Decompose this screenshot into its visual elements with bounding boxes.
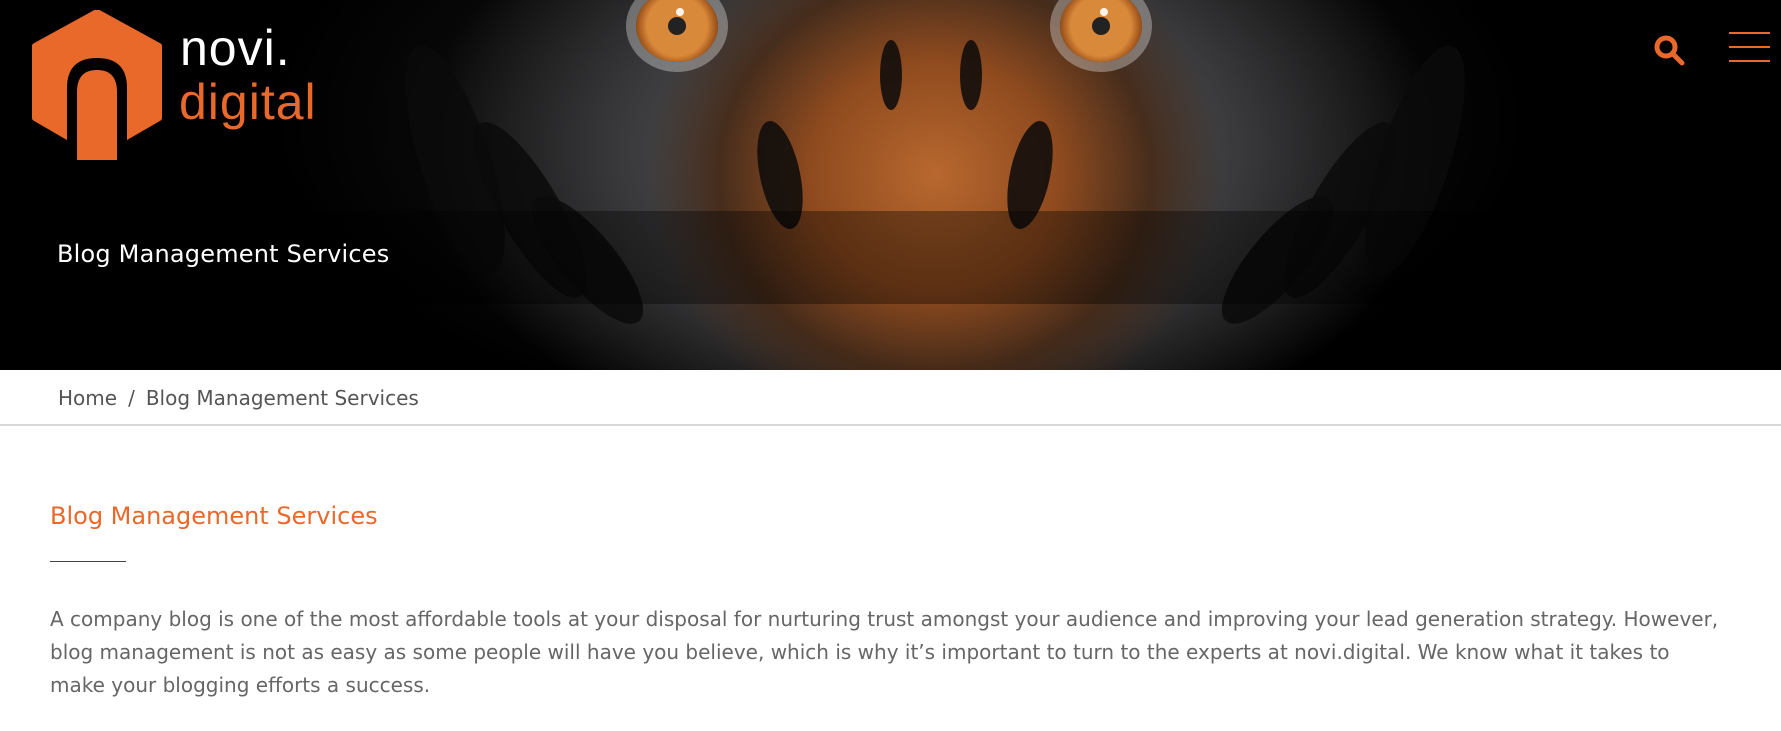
hero-title: Blog Management Services bbox=[57, 240, 390, 268]
hero-banner: Blog Management Services novi. digital bbox=[0, 0, 1781, 370]
content-paragraph: A company blog is one of the most afford… bbox=[50, 607, 1719, 697]
hamburger-menu-icon[interactable] bbox=[1729, 30, 1770, 64]
heading-underline-divider bbox=[50, 561, 126, 562]
logo-text-novi: novi. bbox=[180, 20, 291, 76]
breadcrumb-home-link[interactable]: Home bbox=[58, 386, 117, 410]
breadcrumb-current: Blog Management Services bbox=[145, 386, 419, 410]
logo-text-digital: digital bbox=[179, 74, 317, 130]
breadcrumb-separator: / bbox=[128, 386, 135, 410]
search-icon[interactable] bbox=[1653, 34, 1685, 66]
breadcrumb: Home / Blog Management Services bbox=[0, 370, 1781, 426]
logo-mark-icon bbox=[32, 10, 162, 160]
content-heading: Blog Management Services bbox=[50, 502, 378, 530]
novi-digital-logo[interactable]: novi. digital bbox=[27, 10, 327, 160]
